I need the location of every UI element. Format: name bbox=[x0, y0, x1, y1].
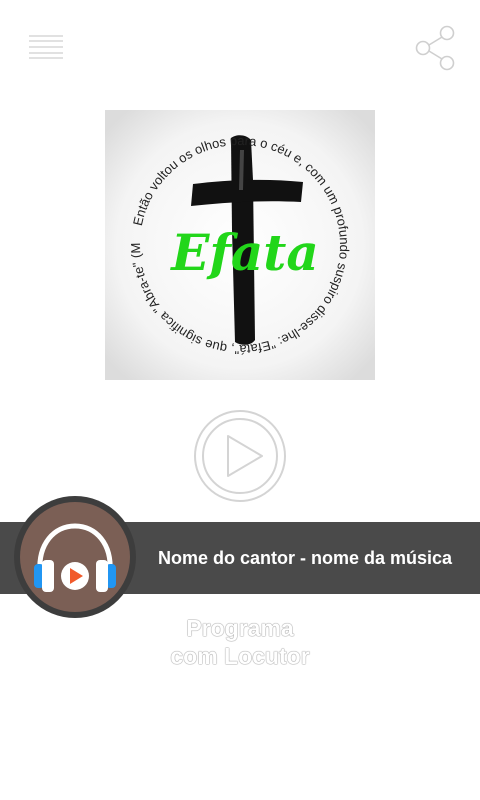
station-logo: Efata Então voltou os olhos para o céu e… bbox=[100, 98, 375, 380]
artwork bbox=[20, 502, 130, 612]
program-line2: com Locutor bbox=[170, 643, 310, 669]
now-playing-title: Nome do cantor - nome da música bbox=[158, 548, 453, 568]
top-bar bbox=[0, 0, 480, 100]
hamburger-menu-icon bbox=[29, 35, 63, 59]
share-button[interactable] bbox=[412, 24, 458, 72]
play-circle-icon bbox=[194, 410, 286, 502]
program-label: Programa com Locutor bbox=[140, 614, 340, 670]
menu-button[interactable] bbox=[26, 30, 66, 64]
headphones-play-icon bbox=[34, 523, 116, 592]
share-icon bbox=[415, 25, 455, 71]
play-button[interactable] bbox=[192, 408, 288, 504]
program-line1: Programa bbox=[186, 615, 294, 641]
logo-brand-text: Efata bbox=[169, 223, 319, 282]
